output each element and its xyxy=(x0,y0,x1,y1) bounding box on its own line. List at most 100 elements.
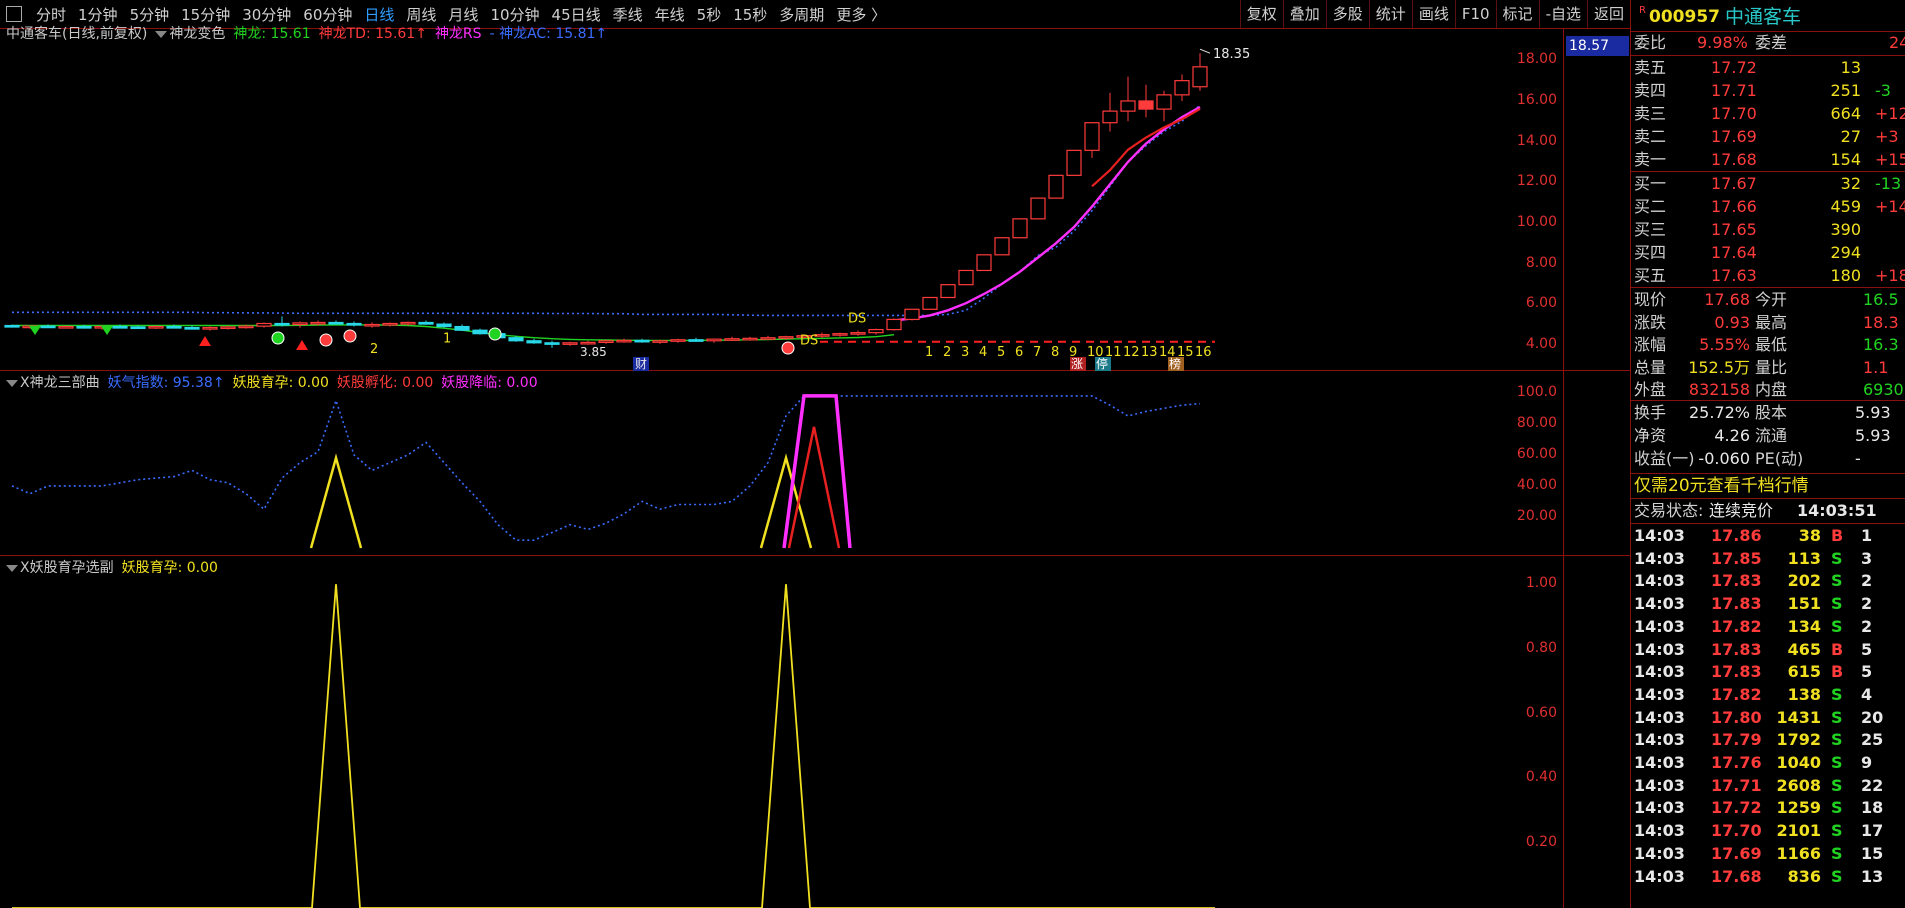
tick-side: B xyxy=(1831,662,1844,682)
candle-body[interactable] xyxy=(634,339,650,343)
candle-body[interactable] xyxy=(670,339,686,342)
candle-body[interactable] xyxy=(130,326,146,330)
candle-body[interactable] xyxy=(436,323,452,328)
tick-volume: 151 xyxy=(1787,594,1821,614)
candle-body[interactable] xyxy=(1192,66,1208,88)
tick-row: 14:03 17.76 1040 S 9 xyxy=(1631,752,1905,774)
candle-body[interactable] xyxy=(1102,110,1118,124)
order-book-row[interactable]: 卖五 17.72 13 xyxy=(1631,57,1905,79)
tool-button[interactable]: 返回 xyxy=(1586,0,1630,28)
candle-body[interactable] xyxy=(544,342,560,345)
candle-body[interactable] xyxy=(526,340,542,344)
candle-body[interactable] xyxy=(742,337,758,341)
candle-body[interactable] xyxy=(580,341,596,345)
candle-body[interactable] xyxy=(1048,174,1064,199)
candle-body[interactable] xyxy=(850,332,866,335)
tick-time: 14:03 xyxy=(1634,775,1685,795)
tick-count: 5 xyxy=(1861,639,1873,659)
candle-body[interactable] xyxy=(76,325,92,329)
candle-body[interactable] xyxy=(778,336,794,339)
order-book-row[interactable]: 买四 17.64 294 xyxy=(1631,242,1905,264)
chart-area[interactable]: 18.35DSDS3.8521财1 2 3 4 5 6 7 8 9 10 11 12 13 14 15 16涨… xyxy=(0,0,1563,908)
candle-body[interactable] xyxy=(994,237,1010,256)
candle-body[interactable] xyxy=(508,337,524,342)
candle-body[interactable] xyxy=(58,325,74,329)
level-volume: 27 xyxy=(1840,127,1861,146)
order-book-row[interactable]: 卖四 17.71 251 -3 xyxy=(1631,80,1905,102)
candle-body[interactable] xyxy=(328,321,344,325)
tick-side: S xyxy=(1831,684,1843,704)
sep xyxy=(1631,498,1905,499)
candle-body[interactable] xyxy=(202,326,218,330)
stat-label: 收益(一) xyxy=(1634,449,1695,468)
tick-price: 17.79 xyxy=(1711,730,1762,750)
tick-count: 17 xyxy=(1861,821,1884,841)
candle-body[interactable] xyxy=(616,339,632,343)
candle-body[interactable] xyxy=(220,326,236,330)
candle-body[interactable] xyxy=(904,308,920,321)
candle-body[interactable] xyxy=(940,284,956,299)
tick-row: 14:03 17.83 465 B 5 xyxy=(1631,639,1905,661)
candle-body[interactable] xyxy=(454,325,470,331)
candle-body[interactable] xyxy=(238,325,254,329)
candle-body[interactable] xyxy=(598,340,614,344)
candle-body[interactable] xyxy=(1138,100,1154,110)
candle-body[interactable] xyxy=(1174,80,1190,96)
candle-body[interactable] xyxy=(1084,122,1100,151)
candle-body[interactable] xyxy=(652,340,668,343)
candle-body[interactable] xyxy=(346,322,362,326)
candle-body[interactable] xyxy=(562,342,578,345)
candle-body[interactable] xyxy=(886,318,902,331)
candle-body[interactable] xyxy=(1120,100,1136,112)
order-book-row[interactable]: 卖一 17.68 154 +15 xyxy=(1631,149,1905,171)
candle-body[interactable] xyxy=(256,322,272,327)
candle-body[interactable] xyxy=(976,254,992,272)
level-price: 17.72 xyxy=(1711,58,1757,77)
candle-body[interactable] xyxy=(400,321,416,325)
candle-body[interactable] xyxy=(310,321,326,325)
tick-count: 4 xyxy=(1861,684,1873,704)
promo-text[interactable]: 仅需20元查看千档行情 xyxy=(1634,475,1809,497)
candle-body[interactable] xyxy=(706,338,722,342)
candle-body[interactable] xyxy=(418,321,434,325)
candle-body[interactable] xyxy=(4,324,20,328)
weibi-value: 9.98% xyxy=(1697,33,1748,52)
candle-body[interactable] xyxy=(112,325,128,329)
tick-volume: 1166 xyxy=(1776,843,1821,863)
candle-body[interactable] xyxy=(40,325,56,329)
candle-body[interactable] xyxy=(274,322,290,326)
candle-body[interactable] xyxy=(1012,218,1028,239)
y-tick-label: 20.00 xyxy=(1516,507,1557,524)
candle-body[interactable] xyxy=(1156,94,1172,110)
candle-body[interactable] xyxy=(688,339,704,342)
candle-body[interactable] xyxy=(868,328,884,334)
order-book-row[interactable]: 买三 17.65 390 xyxy=(1631,219,1905,241)
order-book-row[interactable]: 买五 17.63 180 +18 xyxy=(1631,265,1905,287)
promo-row[interactable]: 仅需20元查看千档行情 xyxy=(1631,475,1905,497)
trade-status: 连续竞价 xyxy=(1709,501,1774,520)
candle-body[interactable] xyxy=(166,325,182,329)
tick-price: 17.85 xyxy=(1711,548,1762,568)
tick-price: 17.71 xyxy=(1711,775,1762,795)
candle-body[interactable] xyxy=(760,337,776,340)
candle-body[interactable] xyxy=(382,322,398,326)
candle-body[interactable] xyxy=(1030,197,1046,220)
order-book-row[interactable]: 买二 17.66 459 +14 xyxy=(1631,196,1905,218)
stat-value: 5.55% xyxy=(1699,335,1750,354)
count-label: 3 xyxy=(961,345,969,360)
candle-body[interactable] xyxy=(724,338,740,341)
candle-body[interactable] xyxy=(1066,149,1082,176)
order-book-row[interactable]: 卖三 17.70 664 +12 xyxy=(1631,103,1905,125)
tick-volume: 1259 xyxy=(1776,798,1821,818)
candle-body[interactable] xyxy=(364,323,380,327)
candle-body[interactable] xyxy=(922,296,938,310)
candle-body[interactable] xyxy=(292,322,308,326)
weicha-value: 24 xyxy=(1889,33,1905,52)
candle-body[interactable] xyxy=(958,269,974,286)
order-book-row[interactable]: 买一 17.67 32 -13 xyxy=(1631,173,1905,195)
order-book-row[interactable]: 卖二 17.69 27 +3 xyxy=(1631,126,1905,148)
candle-body[interactable] xyxy=(472,329,488,335)
candle-body[interactable] xyxy=(148,325,164,329)
candle-body[interactable] xyxy=(832,333,848,336)
candle-body[interactable] xyxy=(184,326,200,330)
